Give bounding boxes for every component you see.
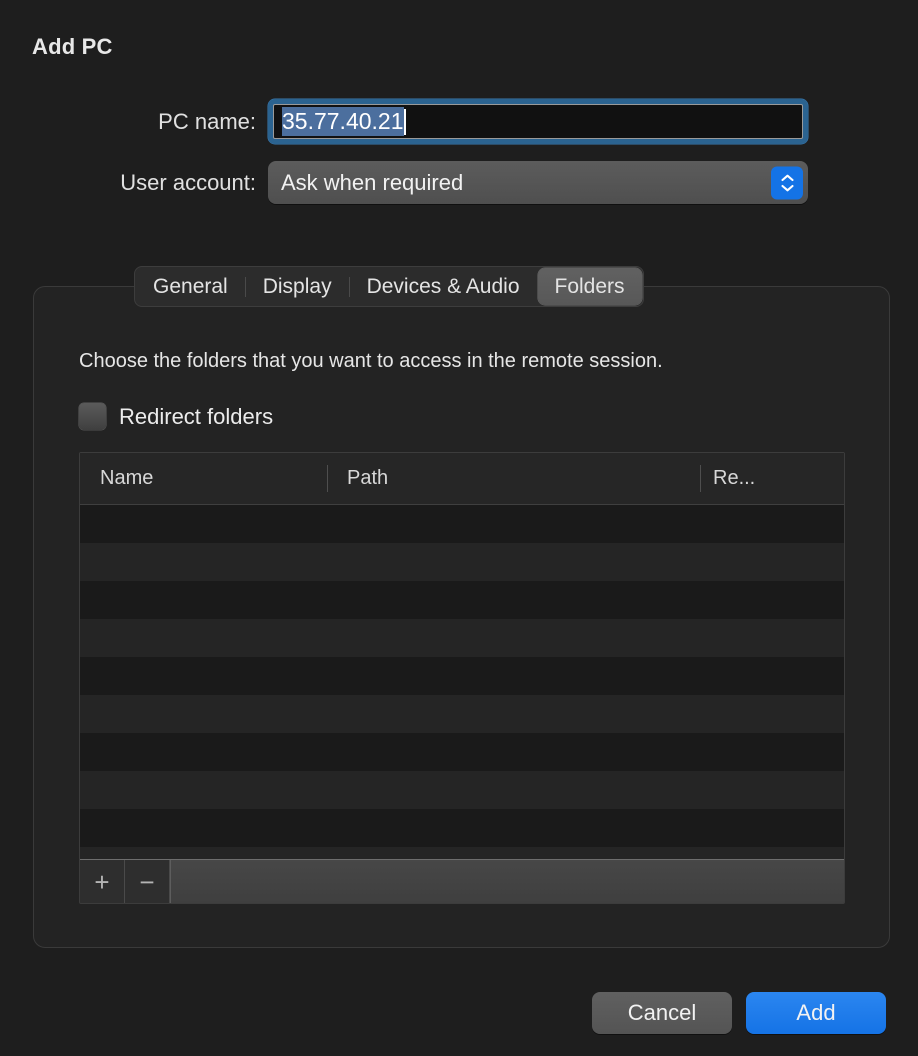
table-toolbar-filler <box>170 860 844 903</box>
table-row[interactable] <box>80 809 844 847</box>
table-row[interactable] <box>80 581 844 619</box>
remove-folder-button[interactable]: − <box>125 860 170 903</box>
page-title: Add PC <box>32 34 113 59</box>
redirect-folders-label: Redirect folders <box>119 403 274 429</box>
add-pc-dialog: Add PC PC name: 35.77.40.21 User account… <box>0 0 918 1056</box>
table-row[interactable] <box>80 771 844 809</box>
minus-icon: − <box>139 866 155 897</box>
table-row[interactable] <box>80 543 844 581</box>
pc-name-row: PC name: 35.77.40.21 <box>0 99 815 144</box>
tab-devices-audio[interactable]: Devices & Audio <box>350 268 537 305</box>
pc-name-label: PC name: <box>158 108 256 134</box>
user-account-select[interactable]: Ask when required <box>268 161 808 204</box>
column-header-readonly[interactable]: Re... <box>700 453 776 504</box>
table-row[interactable] <box>80 695 844 733</box>
redirect-folders-row[interactable]: Redirect folders <box>79 403 273 430</box>
table-body[interactable] <box>80 505 844 885</box>
chevron-down-icon <box>780 184 794 191</box>
tab-folders[interactable]: Folders <box>537 268 642 305</box>
pc-name-value: 35.77.40.21 <box>282 106 404 137</box>
add-folder-button[interactable]: + <box>80 860 125 903</box>
dialog-footer: Cancel Add <box>592 992 886 1034</box>
folders-description: Choose the folders that you want to acce… <box>79 350 663 372</box>
column-header-name[interactable]: Name <box>80 453 327 504</box>
chevron-up-down-icon[interactable] <box>771 166 803 199</box>
add-button[interactable]: Add <box>746 992 886 1034</box>
user-account-label: User account: <box>120 169 256 195</box>
pc-name-input[interactable]: 35.77.40.21 <box>273 104 803 139</box>
chevron-up-icon <box>780 174 794 181</box>
column-header-path[interactable]: Path <box>327 453 700 504</box>
redirect-folders-checkbox[interactable] <box>79 403 106 430</box>
table-toolbar: + − <box>80 859 844 903</box>
settings-tabbar: General Display Devices & Audio Folders <box>134 266 644 307</box>
user-account-value: Ask when required <box>281 169 464 195</box>
table-header-row: Name Path Re... <box>80 453 844 505</box>
table-row[interactable] <box>80 657 844 695</box>
table-row[interactable] <box>80 619 844 657</box>
folders-table: Name Path Re... + − <box>79 452 845 904</box>
table-row[interactable] <box>80 733 844 771</box>
user-account-row: User account: Ask when required <box>0 161 815 204</box>
text-caret <box>403 108 406 135</box>
tab-display[interactable]: Display <box>246 268 349 305</box>
table-row[interactable] <box>80 505 844 543</box>
plus-icon: + <box>94 866 110 897</box>
cancel-button[interactable]: Cancel <box>592 992 732 1034</box>
pc-name-focus-ring: 35.77.40.21 <box>268 99 808 144</box>
tab-general[interactable]: General <box>136 268 245 305</box>
